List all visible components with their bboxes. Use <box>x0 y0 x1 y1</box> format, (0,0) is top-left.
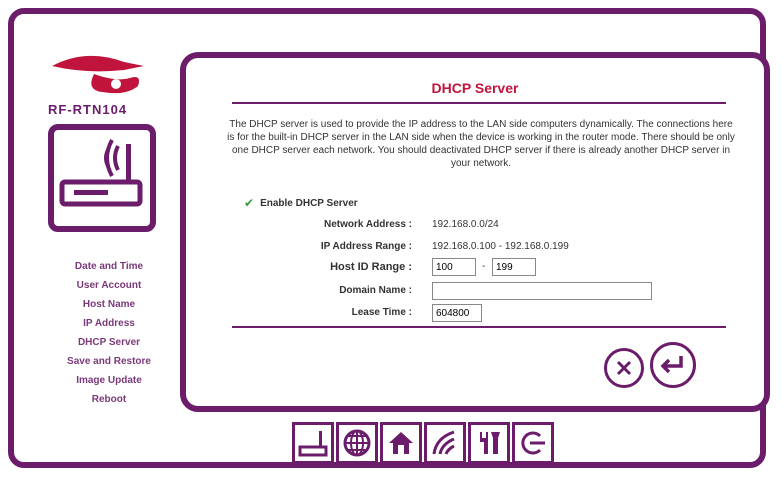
logout-icon <box>521 431 545 455</box>
sidebar-item-user-account[interactable]: User Account <box>77 277 142 294</box>
domain-name-label: Domain Name : <box>339 285 412 296</box>
toolbar-device-button[interactable] <box>292 422 334 464</box>
sidebar-item-save-restore[interactable]: Save and Restore <box>67 353 151 370</box>
host-id-separator: - <box>482 261 486 272</box>
network-address-row: Network Address : 192.168.0.0/24 <box>186 216 764 236</box>
bottom-toolbar <box>292 422 554 464</box>
toolbar-internet-button[interactable] <box>336 422 378 464</box>
divider <box>232 326 726 328</box>
page-title: DHCP Server <box>431 80 519 96</box>
toolbar-tools-button[interactable] <box>468 422 510 464</box>
wireless-icon <box>432 430 455 455</box>
form-actions <box>604 342 696 388</box>
sidebar-item-image-update[interactable]: Image Update <box>76 372 142 389</box>
tools-icon <box>480 432 500 454</box>
globe-icon <box>343 429 371 457</box>
divider <box>232 102 726 104</box>
toolbar-logout-button[interactable] <box>512 422 554 464</box>
ip-range-row: IP Address Range : 192.168.0.100 - 192.1… <box>186 238 764 258</box>
lease-time-input[interactable] <box>432 304 482 322</box>
router-device-image <box>48 124 156 232</box>
checkmark-icon[interactable]: ✔ <box>244 196 254 210</box>
brand-logo <box>52 55 144 94</box>
sidebar-item-host-name[interactable]: Host Name <box>83 296 135 313</box>
ip-range-value: 192.168.0.100 - 192.168.0.199 <box>432 241 569 252</box>
domain-name-row: Domain Name : <box>186 282 764 302</box>
host-id-range-label: Host ID Range : <box>330 261 412 273</box>
router-icon <box>59 139 143 207</box>
toolbar-home-button[interactable] <box>380 422 422 464</box>
lease-time-row: Lease Time : <box>186 304 764 324</box>
home-icon <box>389 432 413 454</box>
host-id-range-row: Host ID Range : - <box>186 258 764 278</box>
apply-button[interactable] <box>650 342 696 388</box>
toolbar-wireless-button[interactable] <box>424 422 466 464</box>
sidebar-item-date-time[interactable]: Date and Time <box>75 258 143 275</box>
ip-range-label: IP Address Range : <box>320 241 412 252</box>
dhcp-description: The DHCP server is used to provide the I… <box>227 119 735 169</box>
dhcp-settings-panel: DHCP Server The DHCP server is used to p… <box>180 52 770 412</box>
sidebar-item-dhcp-server[interactable]: DHCP Server <box>78 334 140 351</box>
device-icon <box>298 431 328 457</box>
enable-dhcp-option[interactable]: ✔ Enable DHCP Server <box>244 196 358 210</box>
host-id-from-input[interactable] <box>432 258 476 276</box>
network-address-value: 192.168.0.0/24 <box>432 219 499 230</box>
lease-time-label: Lease Time : <box>351 307 412 318</box>
router-frame: RF-RTN104 Date and Time User Account Hos… <box>8 8 770 468</box>
cancel-icon <box>616 360 632 376</box>
domain-name-input[interactable] <box>432 282 652 300</box>
host-id-to-input[interactable] <box>492 258 536 276</box>
sidebar-menu: Date and Time User Account Host Name IP … <box>34 258 184 408</box>
enable-dhcp-label: Enable DHCP Server <box>260 197 358 209</box>
return-icon <box>660 356 683 374</box>
cancel-button[interactable] <box>604 348 644 388</box>
network-address-label: Network Address : <box>324 219 412 230</box>
model-name: RF-RTN104 <box>48 102 128 117</box>
sidebar-item-ip-address[interactable]: IP Address <box>83 315 135 332</box>
sidebar-item-reboot[interactable]: Reboot <box>92 391 126 408</box>
